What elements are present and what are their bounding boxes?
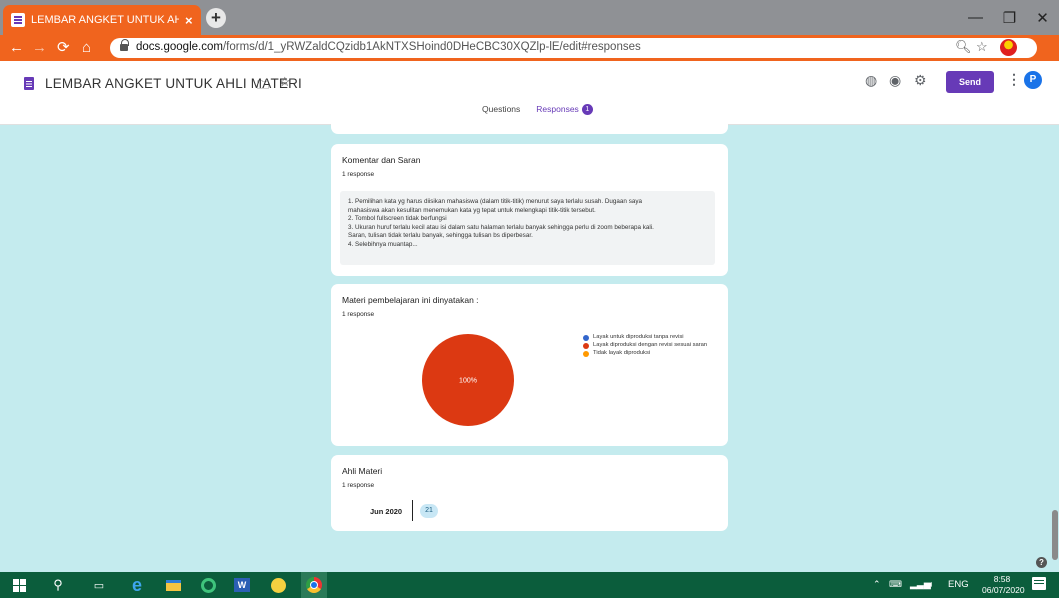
- forms-header: LEMBAR ANGKET UNTUK AHLI MATERI 🗀 ☆ ◍ ◉ …: [0, 61, 1059, 125]
- reload-icon[interactable]: ⟳: [57, 39, 70, 57]
- move-to-folder-icon[interactable]: 🗀: [257, 76, 269, 97]
- preview-eye-icon[interactable]: ◉: [889, 72, 901, 89]
- text-response: 1. Pemilihan kata yg harus diisikan maha…: [340, 191, 715, 265]
- url-domain: docs.google.com: [136, 41, 223, 53]
- legend-item[interactable]: Layak diproduksi dengan revisi sesuai sa…: [583, 342, 723, 349]
- volume-icon[interactable]: 🔈︎: [929, 579, 934, 590]
- send-button[interactable]: Send: [946, 71, 994, 93]
- response-line: 1. Pemilihan kata yg harus diisikan maha…: [348, 198, 642, 205]
- question-title: Komentar dan Saran: [342, 155, 421, 165]
- notifications-icon[interactable]: [1032, 577, 1046, 590]
- close-window-button[interactable]: ✕: [1025, 0, 1059, 35]
- palette-icon[interactable]: ◍: [865, 72, 877, 89]
- chart-legend: Layak untuk diproduksi tanpa revisi Layak…: [583, 334, 723, 358]
- extension-icon[interactable]: [1000, 39, 1017, 56]
- legend-label: Layak untuk diproduksi tanpa revisi: [593, 334, 684, 340]
- pie-slice-label: 100%: [459, 378, 477, 385]
- response-count: 1 response: [342, 311, 375, 318]
- edge-browser-icon[interactable]: e: [127, 575, 147, 595]
- response-line: 3. Ukuran huruf terlalu kecil atau isi d…: [348, 223, 654, 231]
- chrome-taskbar-icon[interactable]: [301, 572, 327, 598]
- app-yellow-icon[interactable]: [268, 576, 288, 594]
- taskbar-clock[interactable]: 8:58 06/07/2020: [982, 574, 1025, 596]
- maximize-window-button[interactable]: ❐: [992, 0, 1027, 35]
- question-card-materi: Materi pembelajaran ini dinyatakan : 1 r…: [331, 284, 728, 446]
- search-icon[interactable]: ⚲: [50, 576, 66, 594]
- avatar[interactable]: P: [1024, 71, 1042, 89]
- question-title: Materi pembelajaran ini dinyatakan :: [342, 295, 479, 305]
- show-hidden-icons-icon[interactable]: ⌃: [873, 579, 881, 590]
- legend-label: Layak diproduksi dengan revisi sesuai sa…: [593, 342, 708, 348]
- scrollbar-thumb[interactable]: [1052, 510, 1058, 560]
- word-icon-letter: W: [234, 578, 250, 592]
- responses-count-badge: 1: [581, 104, 593, 115]
- browser-tab-title: LEMBAR ANGKET UNTUK AHLI MATERI: [31, 14, 179, 26]
- zoom-icon[interactable]: 🔍︎: [955, 39, 972, 55]
- question-card-ahli-materi: Ahli Materi 1 response Jun 2020 21: [331, 455, 728, 531]
- minimize-window-button[interactable]: —: [958, 0, 993, 35]
- task-view-icon[interactable]: ▭: [90, 576, 108, 594]
- date-month-label: Jun 2020: [370, 507, 403, 516]
- more-options-icon[interactable]: ⋮: [1007, 71, 1021, 88]
- star-icon[interactable]: ☆: [279, 74, 291, 90]
- windows-start-icon[interactable]: [10, 576, 28, 594]
- question-card-komentar: Komentar dan Saran 1 response 1. Pemilih…: [331, 144, 728, 276]
- response-line: Saran, tulisan tidak terlalu banyak, seh…: [348, 232, 533, 240]
- url-path: /forms/d/1_yRWZaldCQzidb1AkNTXSHoind0DHe…: [222, 41, 641, 53]
- response-count: 1 response: [342, 171, 375, 178]
- forward-arrow-icon[interactable]: →: [32, 39, 47, 57]
- app-circle-icon[interactable]: [198, 576, 218, 594]
- new-tab-button[interactable]: +: [206, 8, 226, 28]
- forms-favicon-icon: [11, 13, 25, 27]
- response-line: mahasiswa akan kesulitan menemukan kata …: [348, 206, 596, 214]
- response-count: 1 response: [342, 482, 375, 489]
- file-explorer-icon[interactable]: [163, 576, 183, 594]
- scrollbar-track[interactable]: [1051, 125, 1059, 571]
- help-icon[interactable]: ?: [1036, 557, 1047, 568]
- word-icon[interactable]: W: [232, 576, 252, 594]
- response-line: 2. Tombol fullscreen tidak berfungsi: [348, 215, 447, 223]
- legend-dot-icon: [583, 342, 589, 349]
- language-indicator[interactable]: ENG: [948, 579, 969, 590]
- question-title: Ahli Materi: [342, 466, 383, 476]
- legend-dot-icon: [583, 334, 589, 341]
- date-day-chip[interactable]: 21: [420, 504, 438, 518]
- browser-tab[interactable]: LEMBAR ANGKET UNTUK AHLI MATERI ×: [3, 5, 201, 35]
- signal-icon[interactable]: ▂▃▅: [910, 579, 931, 590]
- date-divider: [412, 500, 413, 521]
- clock-date: 06/07/2020: [982, 585, 1025, 595]
- legend-item[interactable]: Layak untuk diproduksi tanpa revisi: [583, 334, 723, 341]
- chrome-menu-icon[interactable]: ⋮: [1024, 38, 1038, 55]
- browser-toolbar: ← → ⟳ ⌂ docs.google.com/forms/d/1_yRWZal…: [0, 35, 1059, 61]
- legend-item[interactable]: Tidak layak diproduksi: [583, 350, 723, 357]
- back-arrow-icon[interactable]: ←: [9, 39, 24, 57]
- tab-responses-label: Responses: [536, 104, 579, 114]
- previous-question-card: [331, 117, 728, 134]
- clock-time: 8:58: [993, 574, 1011, 584]
- forms-doc-icon[interactable]: [24, 77, 34, 90]
- legend-dot-icon: [583, 350, 589, 357]
- close-tab-icon[interactable]: ×: [185, 13, 193, 28]
- settings-gear-icon[interactable]: ⚙: [914, 72, 927, 89]
- windows-taskbar: ⚲ ▭ e W ⌃ ⌨ ▂▃▅ 🔈︎ ENG 8:58 06/07/2020: [0, 572, 1059, 598]
- bookmark-star-icon[interactable]: ☆: [976, 39, 988, 55]
- legend-label: Tidak layak diproduksi: [593, 350, 651, 356]
- response-line: 4. Selebihnya muantap...: [348, 240, 418, 248]
- browser-tab-strip: LEMBAR ANGKET UNTUK AHLI MATERI × + — ❐ …: [0, 0, 1059, 35]
- pie-chart[interactable]: 100%: [422, 334, 514, 426]
- url-text[interactable]: docs.google.com/forms/d/1_yRWZaldCQzidb1…: [136, 41, 641, 53]
- home-icon[interactable]: ⌂: [82, 39, 91, 57]
- tab-questions-label: Questions: [482, 104, 521, 114]
- network-icon[interactable]: ⌨: [889, 579, 902, 590]
- lock-icon[interactable]: [120, 39, 129, 52]
- address-bar[interactable]: docs.google.com/forms/d/1_yRWZaldCQzidb1…: [110, 38, 1038, 58]
